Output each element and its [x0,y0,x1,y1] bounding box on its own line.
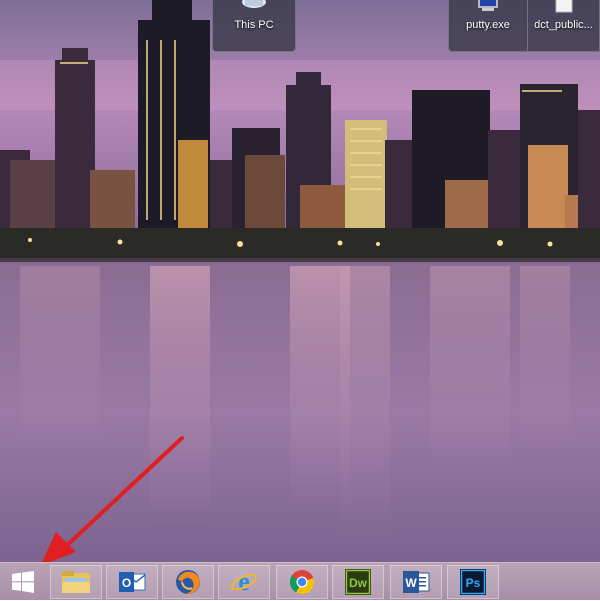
desktop-shortcut-dct-public[interactable]: dct_public... [528,0,600,52]
dreamweaver-glyph: Dw [349,576,368,590]
file-icon [555,0,572,13]
taskbar-dreamweaver-button[interactable]: Dw [332,565,384,599]
desktop-shortcut-putty[interactable]: putty.exe [448,0,528,52]
taskbar-outlook-button[interactable]: O [106,565,158,599]
taskbar-photoshop-button[interactable]: Ps [447,565,499,599]
outlook-icon: O [119,572,146,592]
photoshop-icon: Ps [460,569,486,595]
photoshop-glyph: Ps [466,576,481,590]
taskbar-file-explorer-button[interactable] [50,565,102,599]
outlook-glyph: O [122,576,131,590]
word-icon: W [403,571,430,593]
ie-icon: e [231,568,257,596]
chrome-icon [289,570,315,595]
taskbar-word-button[interactable]: W [390,565,442,599]
taskbar-firefox-button[interactable] [162,565,214,599]
putty-icon [478,0,498,11]
ie-glyph: e [238,568,250,596]
taskbar-chrome-button[interactable] [276,565,328,599]
wallpaper-chicago-skyline [0,0,600,562]
start-button[interactable] [0,563,46,601]
shortcut-label: This PC [234,19,274,31]
folder-icon [62,571,90,593]
windows-logo-icon [12,571,34,593]
dreamweaver-icon: Dw [345,569,371,595]
firefox-icon [176,570,200,595]
computer-icon [242,0,266,8]
taskbar-internet-explorer-button[interactable]: e [218,565,270,599]
word-glyph: W [405,576,417,590]
taskbar: O e Dw W Ps [0,562,600,600]
shortcut-label: dct_public... [534,19,593,31]
desktop-shortcut-this-pc[interactable]: This PC [212,0,296,52]
desktop[interactable]: This PC putty.exe dct_public... [0,0,600,562]
shortcut-label: putty.exe [466,19,510,31]
